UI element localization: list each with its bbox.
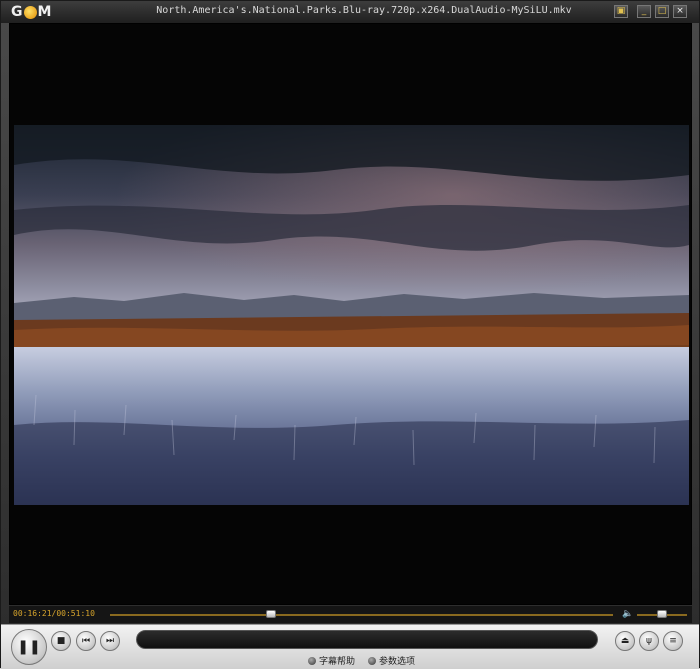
bottom-links: 字幕帮助 参数选项 xyxy=(1,654,699,667)
volume-thumb[interactable] xyxy=(657,610,667,618)
settings-icon: ▣ xyxy=(616,6,626,16)
next-icon: ⏭ xyxy=(105,636,115,646)
logo-letter-g: G xyxy=(11,4,23,20)
pause-icon: ❚❚ xyxy=(17,639,41,655)
title-bar[interactable]: GM North.America's.National.Parks.Blu-ra… xyxy=(1,1,699,23)
player-window: GM North.America's.National.Parks.Blu-ra… xyxy=(0,0,700,669)
seek-bar-area: 00:16:21/00:51:10 🔈 xyxy=(9,606,692,623)
previous-icon: ⏮ xyxy=(81,636,91,646)
total-time: 00:51:10 xyxy=(56,609,95,618)
info-panel xyxy=(136,630,598,649)
subtitle-help-link[interactable]: 字幕帮助 xyxy=(308,654,355,667)
menu-icon: ≡ xyxy=(669,636,677,646)
maximize-button[interactable]: □ xyxy=(655,5,669,18)
stop-button[interactable]: ■ xyxy=(51,631,71,651)
close-button[interactable]: × xyxy=(673,5,687,18)
window-title: North.America's.National.Parks.Blu-ray.7… xyxy=(156,5,572,16)
stop-icon: ■ xyxy=(56,636,66,646)
preferences-icon xyxy=(368,656,376,665)
settings-button[interactable]: ▣ xyxy=(614,5,628,18)
landscape-image xyxy=(14,125,689,505)
current-time: 00:16:21 xyxy=(13,609,52,618)
preferences-label: 参数选项 xyxy=(379,657,416,667)
seek-thumb[interactable] xyxy=(265,610,276,618)
logo-o-icon xyxy=(23,5,37,19)
seek-track[interactable] xyxy=(110,614,613,616)
minimize-icon: _ xyxy=(641,6,647,16)
video-area[interactable] xyxy=(9,23,692,605)
time-display: 00:16:21/00:51:10 xyxy=(13,609,95,618)
gom-logo[interactable]: GM xyxy=(11,4,59,20)
eject-button[interactable]: ⏏ xyxy=(615,631,635,651)
maximize-icon: □ xyxy=(657,6,667,16)
logo-letter-m: M xyxy=(37,4,52,20)
subtitle-help-icon xyxy=(308,656,316,665)
previous-button[interactable]: ⏮ xyxy=(76,631,96,651)
eject-icon: ⏏ xyxy=(620,636,630,646)
volume-icon[interactable]: 🔈 xyxy=(622,609,633,619)
preferences-link[interactable]: 参数选项 xyxy=(368,654,415,667)
video-frame xyxy=(14,125,689,505)
equalizer-button[interactable]: ψ xyxy=(639,631,659,651)
close-icon: × xyxy=(676,6,684,16)
menu-button[interactable]: ≡ xyxy=(663,631,683,651)
minimize-button[interactable]: _ xyxy=(637,5,651,18)
control-bar: ❚❚ ■ ⏮ ⏭ ⏏ ψ ≡ 字幕帮助 参数选项 xyxy=(1,624,699,669)
equalizer-icon: ψ xyxy=(646,636,652,646)
subtitle-help-label: 字幕帮助 xyxy=(319,657,356,667)
next-button[interactable]: ⏭ xyxy=(100,631,120,651)
